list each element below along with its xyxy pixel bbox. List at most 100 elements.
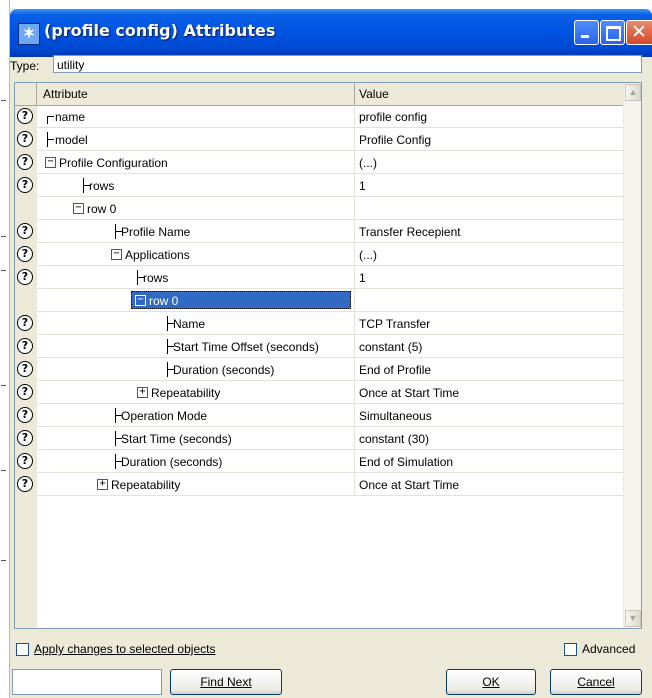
value-cell[interactable]: End of Profile: [355, 358, 623, 381]
expand-icon[interactable]: +: [137, 387, 148, 398]
table-row[interactable]: ? − Profile Configuration (...): [15, 151, 623, 174]
header-value[interactable]: Value: [355, 83, 623, 105]
value-cell[interactable]: constant (5): [355, 335, 623, 358]
attribute-label: Profile Name: [121, 225, 191, 239]
attribute-label: row 0: [87, 202, 117, 216]
help-icon[interactable]: ?: [17, 384, 33, 400]
help-icon[interactable]: ?: [17, 246, 33, 262]
collapse-icon[interactable]: −: [45, 157, 56, 168]
expand-icon[interactable]: +: [97, 479, 108, 490]
close-button[interactable]: ✕: [626, 20, 652, 45]
apply-changes-checkbox[interactable]: [16, 643, 29, 656]
help-icon[interactable]: ?: [17, 269, 33, 285]
attribute-cell[interactable]: Operation Mode: [37, 404, 355, 427]
help-icon[interactable]: ?: [17, 476, 33, 492]
table-row[interactable]: ? name profile config: [15, 105, 623, 128]
header-attribute[interactable]: Attribute: [37, 83, 355, 105]
attribute-label: Duration (seconds): [173, 363, 275, 377]
attribute-cell[interactable]: − Profile Configuration: [37, 151, 355, 174]
attribute-label: Profile Configuration: [59, 156, 168, 170]
scroll-up-icon[interactable]: ▲: [625, 84, 641, 101]
value-cell[interactable]: End of Simulation: [355, 450, 623, 473]
help-icon[interactable]: ?: [17, 223, 33, 239]
value-cell[interactable]: 1: [355, 266, 623, 289]
maximize-icon: [606, 26, 621, 41]
advanced-checkbox[interactable]: [564, 643, 577, 656]
help-icon[interactable]: ?: [17, 361, 33, 377]
cancel-button[interactable]: Cancel: [550, 669, 642, 695]
attribute-cell[interactable]: rows: [37, 266, 355, 289]
vertical-scrollbar[interactable]: ▲ ▼: [623, 83, 641, 628]
attribute-cell[interactable]: − row 0: [37, 289, 355, 312]
help-icon[interactable]: ?: [17, 131, 33, 147]
attribute-cell[interactable]: + Repeatability: [37, 473, 355, 496]
table-row[interactable]: − row 0: [15, 197, 623, 220]
value-cell[interactable]: 1: [355, 174, 623, 197]
minimize-button[interactable]: [574, 20, 599, 45]
table-row[interactable]: ? Duration (seconds) End of Profile: [15, 358, 623, 381]
table-row[interactable]: ? model Profile Config: [15, 128, 623, 151]
attribute-cell[interactable]: model: [37, 128, 355, 151]
table-row[interactable]: ? Name TCP Transfer: [15, 312, 623, 335]
help-icon[interactable]: ?: [17, 338, 33, 354]
help-icon[interactable]: ?: [17, 315, 33, 331]
scroll-down-icon[interactable]: ▼: [625, 610, 641, 627]
value-cell[interactable]: Once at Start Time: [355, 381, 623, 404]
table-row[interactable]: ? + Repeatability Once at Start Time: [15, 473, 623, 496]
attribute-label: model: [55, 133, 88, 147]
table-row[interactable]: ? Profile Name Transfer Recepient: [15, 220, 623, 243]
table-row-selected[interactable]: − row 0: [15, 289, 623, 312]
value-cell[interactable]: Simultaneous: [355, 404, 623, 427]
find-input[interactable]: [12, 669, 162, 695]
attribute-cell[interactable]: + Repeatability: [37, 381, 355, 404]
table-row[interactable]: ? rows 1: [15, 266, 623, 289]
attribute-cell[interactable]: Start Time Offset (seconds): [37, 335, 355, 358]
title-bar[interactable]: ✶ (profile config) Attributes ✕: [10, 9, 652, 57]
attribute-cell[interactable]: Start Time (seconds): [37, 427, 355, 450]
attribute-cell[interactable]: name: [37, 105, 355, 128]
attribute-label: rows: [89, 179, 115, 193]
value-cell[interactable]: Transfer Recepient: [355, 220, 623, 243]
ok-button[interactable]: OK: [446, 669, 536, 695]
maximize-button[interactable]: [600, 20, 625, 45]
attribute-grid: Attribute Value ? name profile config? mode…: [14, 82, 642, 629]
help-icon[interactable]: ?: [17, 407, 33, 423]
table-row[interactable]: ? + Repeatability Once at Start Time: [15, 381, 623, 404]
value-cell[interactable]: Once at Start Time: [355, 473, 623, 496]
table-row[interactable]: ? − Applications (...): [15, 243, 623, 266]
type-field[interactable]: utility: [53, 55, 642, 73]
apply-changes-label: Apply changes to selected objects: [34, 642, 216, 656]
table-row[interactable]: ? Start Time (seconds) constant (30): [15, 427, 623, 450]
value-cell[interactable]: [355, 197, 623, 220]
type-label: Type:: [10, 59, 40, 73]
collapse-icon[interactable]: −: [135, 295, 146, 306]
table-row[interactable]: ? Duration (seconds) End of Simulation: [15, 450, 623, 473]
value-cell[interactable]: TCP Transfer: [355, 312, 623, 335]
value-cell[interactable]: (...): [355, 151, 623, 174]
collapse-icon[interactable]: −: [111, 249, 122, 260]
table-row[interactable]: ? Start Time Offset (seconds) constant (5): [15, 335, 623, 358]
attribute-cell[interactable]: Duration (seconds): [37, 450, 355, 473]
value-cell[interactable]: [355, 289, 623, 312]
value-cell[interactable]: constant (30): [355, 427, 623, 450]
attribute-cell[interactable]: Name: [37, 312, 355, 335]
help-icon[interactable]: ?: [17, 430, 33, 446]
attribute-cell[interactable]: Duration (seconds): [37, 358, 355, 381]
value-cell[interactable]: Profile Config: [355, 128, 623, 151]
attribute-cell[interactable]: Profile Name: [37, 220, 355, 243]
attribute-cell[interactable]: rows: [37, 174, 355, 197]
help-icon[interactable]: ?: [17, 154, 33, 170]
help-icon[interactable]: ?: [17, 453, 33, 469]
attribute-cell[interactable]: − row 0: [37, 197, 355, 220]
help-icon[interactable]: ?: [17, 177, 33, 193]
attribute-label: Repeatability: [151, 386, 221, 400]
help-icon[interactable]: ?: [17, 108, 33, 124]
attribute-cell[interactable]: − Applications: [37, 243, 355, 266]
value-cell[interactable]: profile config: [355, 105, 623, 128]
value-cell[interactable]: (...): [355, 243, 623, 266]
find-next-button[interactable]: Find Next: [170, 669, 282, 695]
table-row[interactable]: ? rows 1: [15, 174, 623, 197]
table-row[interactable]: ? Operation Mode Simultaneous: [15, 404, 623, 427]
grid-header: Attribute Value: [15, 83, 623, 106]
collapse-icon[interactable]: −: [73, 203, 84, 214]
